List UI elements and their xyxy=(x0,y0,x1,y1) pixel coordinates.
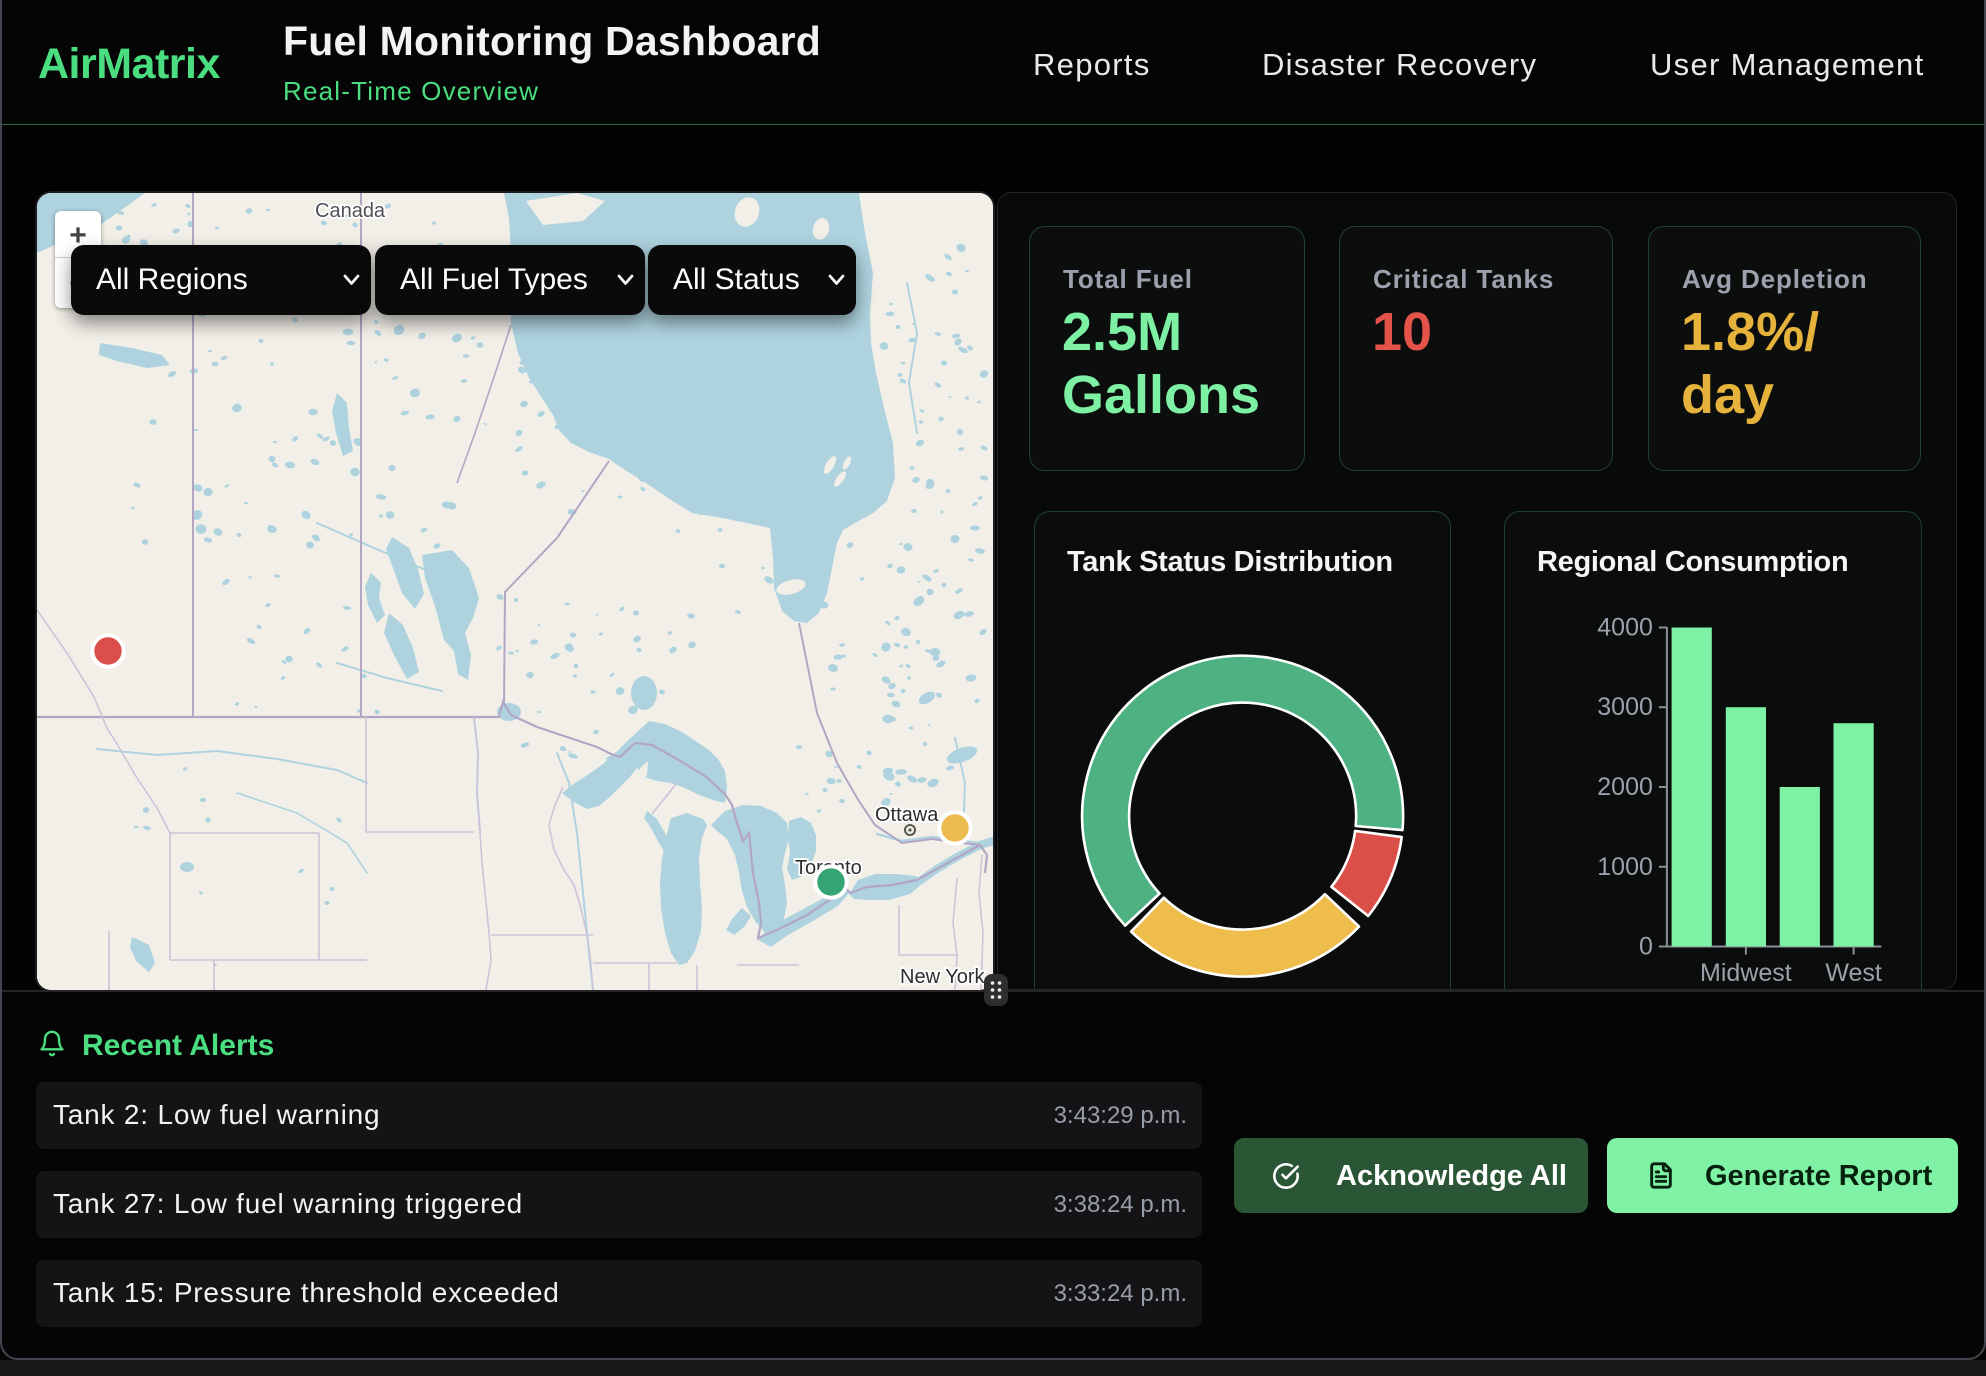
svg-text:New York: New York xyxy=(900,966,985,988)
svg-text:4000: 4000 xyxy=(1597,614,1653,642)
svg-text:1000: 1000 xyxy=(1597,853,1653,881)
svg-text:2000: 2000 xyxy=(1597,773,1653,801)
svg-text:0: 0 xyxy=(1639,933,1653,961)
svg-text:3000: 3000 xyxy=(1597,693,1653,721)
svg-text:Canada: Canada xyxy=(315,200,386,222)
svg-text:Ottawa: Ottawa xyxy=(875,804,939,826)
svg-text:West: West xyxy=(1825,959,1882,987)
svg-text:Midwest: Midwest xyxy=(1700,959,1792,987)
